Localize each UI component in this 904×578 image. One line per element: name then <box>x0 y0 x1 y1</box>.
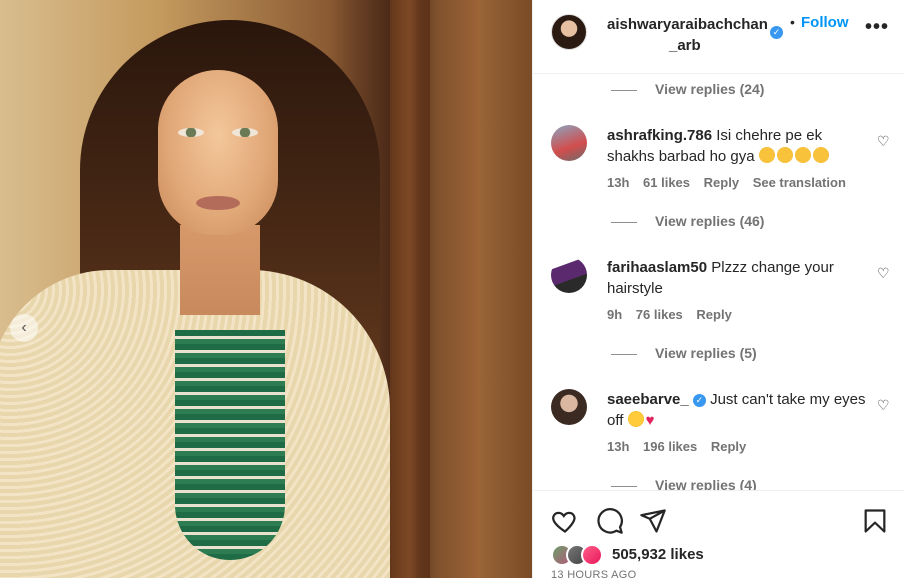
commenter-username[interactable]: farihaaslam50 <box>607 259 707 276</box>
author-username[interactable]: aishwaryaraibachchan _arb <box>607 14 768 56</box>
comment-time[interactable]: 13h <box>607 439 629 454</box>
replies-line <box>611 221 637 223</box>
username-line-2[interactable]: _arb <box>607 35 767 56</box>
share-icon[interactable] <box>639 507 667 535</box>
likes-count[interactable]: 505,932 likes <box>612 546 704 563</box>
neck <box>180 225 260 315</box>
reply-button[interactable]: Reply <box>704 175 739 190</box>
view-replies-label: View replies (24) <box>655 81 765 97</box>
view-replies-label: View replies (46) <box>655 213 765 229</box>
more-icon[interactable]: ••• <box>865 16 889 39</box>
star-eyes-emoji-icon <box>627 411 644 427</box>
comment-time[interactable]: 13h <box>607 175 629 190</box>
comment-meta: 13h 196 likes Reply <box>607 439 756 454</box>
red-heart-emoji-icon: ♥ <box>645 412 655 429</box>
post-header: aishwaryaraibachchan _arb ✓ • Follow ••• <box>533 0 904 74</box>
commenter-avatar[interactable] <box>551 257 587 293</box>
comments-list[interactable]: View replies (24) ashrafking.786 Isi che… <box>533 75 904 490</box>
view-replies-button[interactable]: View replies (5) <box>611 345 757 361</box>
comment-likes[interactable]: 196 likes <box>643 439 697 454</box>
post-actions: 505,932 likes 13 HOURS AGO <box>533 490 904 578</box>
bookmark-icon[interactable] <box>861 507 889 535</box>
username-line-1[interactable]: aishwaryaraibachchan <box>607 16 768 33</box>
face <box>158 70 278 235</box>
post-image[interactable]: ‹ <box>0 0 532 578</box>
sad-emoji-icon <box>758 147 831 165</box>
post-time-ago[interactable]: 13 HOURS AGO <box>551 569 637 578</box>
reply-button[interactable]: Reply <box>696 307 731 322</box>
commenter-avatar[interactable] <box>551 389 587 425</box>
comment-text: saeebarve_ ✓ Just can't take my eyes off… <box>607 389 867 431</box>
like-comment-heart-icon[interactable]: ♡ <box>877 397 890 414</box>
separator-dot: • <box>790 14 795 30</box>
chevron-left-icon[interactable]: ‹ <box>10 314 38 342</box>
like-comment-heart-icon[interactable]: ♡ <box>877 133 890 150</box>
lips <box>196 196 240 210</box>
follow-button[interactable]: Follow <box>801 14 849 31</box>
commenter-username[interactable]: saeebarve_ <box>607 391 689 408</box>
liker-avatar <box>581 544 603 566</box>
view-replies-button[interactable]: View replies (46) <box>611 213 764 229</box>
replies-line <box>611 89 637 91</box>
right-eye <box>232 128 258 137</box>
view-replies-button[interactable]: View replies (24) <box>611 81 764 97</box>
necklace <box>175 330 285 560</box>
comment-likes[interactable]: 61 likes <box>643 175 690 190</box>
comment-meta: 9h 76 likes Reply <box>607 307 742 322</box>
author-avatar[interactable] <box>551 14 587 50</box>
comment-text: ashrafking.786 Isi chehre pe ek shakhs b… <box>607 125 867 167</box>
comment-icon[interactable] <box>596 507 624 535</box>
view-replies-button[interactable]: View replies (4) <box>611 477 757 490</box>
heart-icon[interactable] <box>551 507 579 535</box>
comment-text: farihaaslam50 Plzzz change your hairstyl… <box>607 257 867 299</box>
comment-time[interactable]: 9h <box>607 307 622 322</box>
replies-line <box>611 485 637 487</box>
replies-line <box>611 353 637 355</box>
view-replies-label: View replies (4) <box>655 477 757 490</box>
commenter-username[interactable]: ashrafking.786 <box>607 127 712 144</box>
verified-icon: ✓ <box>692 393 706 407</box>
view-replies-label: View replies (5) <box>655 345 757 361</box>
see-translation-button[interactable]: See translation <box>753 175 846 190</box>
like-comment-heart-icon[interactable]: ♡ <box>877 265 890 282</box>
left-eye <box>178 128 204 137</box>
post-sidebar: aishwaryaraibachchan _arb ✓ • Follow •••… <box>532 0 904 578</box>
comment-likes[interactable]: 76 likes <box>636 307 683 322</box>
reply-button[interactable]: Reply <box>711 439 746 454</box>
commenter-avatar[interactable] <box>551 125 587 161</box>
verified-icon: ✓ <box>770 26 783 39</box>
comment-meta: 13h 61 likes Reply See translation <box>607 175 856 190</box>
